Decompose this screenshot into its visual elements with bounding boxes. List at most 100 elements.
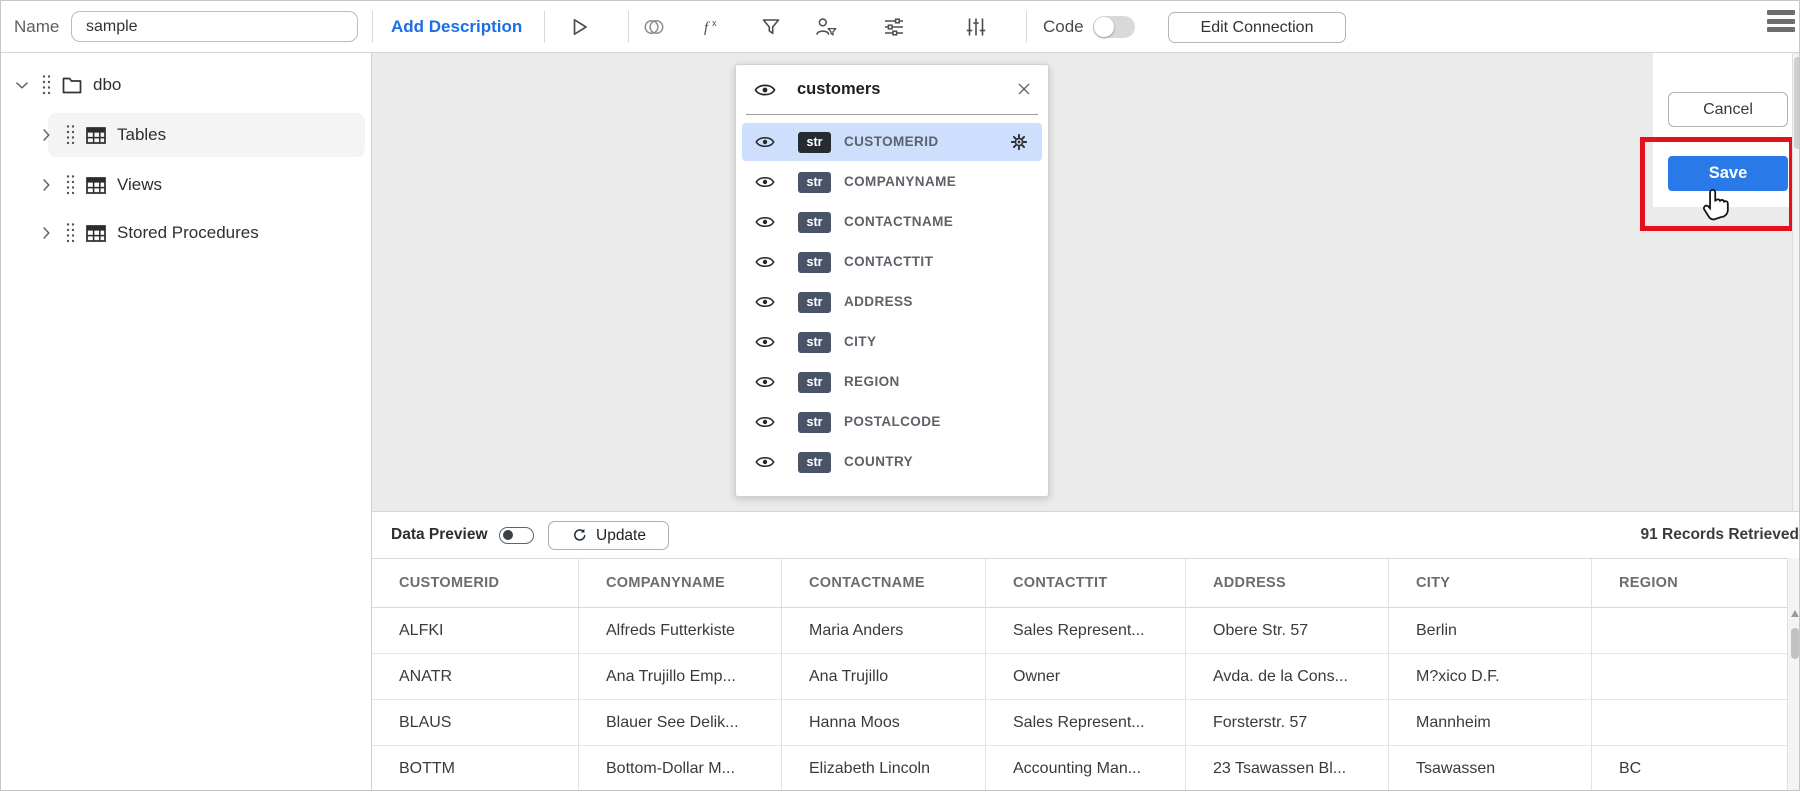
table-cell: ALFKI	[372, 608, 579, 653]
column-header: REGION	[1592, 559, 1787, 607]
eye-icon[interactable]	[754, 331, 776, 353]
scrollbar-thumb[interactable]	[1791, 628, 1799, 659]
eye-icon[interactable]	[754, 411, 776, 433]
table-cell: Tsawassen	[1389, 746, 1592, 791]
eye-icon[interactable]	[754, 131, 776, 153]
design-canvas	[372, 53, 1800, 511]
table-cell	[1592, 608, 1787, 653]
field-row-region[interactable]: str REGION	[742, 363, 1042, 401]
scroll-up-icon[interactable]	[1791, 610, 1799, 617]
field-row-companyname[interactable]: str COMPANYNAME	[742, 163, 1042, 201]
table-cell: Sales Represent...	[986, 700, 1186, 745]
field-row-contacttit[interactable]: str CONTACTTIT	[742, 243, 1042, 281]
sidebar-item-tables[interactable]: Tables	[1, 113, 371, 157]
chevron-right-icon[interactable]	[35, 222, 57, 244]
column-header: CUSTOMERID	[372, 559, 579, 607]
field-row-country[interactable]: str COUNTRY	[742, 443, 1042, 481]
function-icon[interactable]: fx	[701, 15, 725, 39]
gear-icon[interactable]	[1008, 131, 1030, 153]
table-scrollbar[interactable]	[1787, 558, 1800, 791]
table-card-header: customers	[736, 65, 1048, 114]
table-cell: Mannheim	[1389, 700, 1592, 745]
table-cell: Sales Represent...	[986, 608, 1186, 653]
field-name: REGION	[844, 363, 900, 401]
toolbar: Name Add Description fx	[1, 1, 1800, 53]
eye-icon[interactable]	[754, 451, 776, 473]
column-header: CONTACTTIT	[986, 559, 1186, 607]
folder-icon	[60, 73, 84, 97]
chevron-right-icon[interactable]	[35, 124, 57, 146]
svg-text:x: x	[712, 18, 717, 28]
type-badge: str	[798, 212, 831, 233]
data-preview-label: Data Preview	[391, 512, 488, 558]
divider	[628, 11, 629, 43]
table-card-customers: customers str CUSTOMERID str COMPANYNAME…	[735, 64, 1049, 497]
cancel-button[interactable]: Cancel	[1668, 92, 1788, 127]
sidebar-item-stored-procedures[interactable]: Stored Procedures	[1, 211, 371, 255]
table-row: BOTTM Bottom-Dollar M... Elizabeth Linco…	[372, 746, 1787, 791]
field-name: POSTALCODE	[844, 403, 941, 441]
field-name: CUSTOMERID	[844, 123, 939, 161]
table-cell: Ana Trujillo Emp...	[579, 654, 782, 699]
table-icon	[84, 173, 108, 197]
table-cell: Obere Str. 57	[1186, 608, 1389, 653]
edit-connection-button[interactable]: Edit Connection	[1168, 12, 1346, 43]
table-cell: Avda. de la Cons...	[1186, 654, 1389, 699]
field-row-city[interactable]: str CITY	[742, 323, 1042, 361]
field-row-address[interactable]: str ADDRESS	[742, 283, 1042, 321]
add-description-link[interactable]: Add Description	[391, 1, 522, 53]
save-button[interactable]: Save	[1668, 156, 1788, 191]
eye-icon[interactable]	[754, 171, 776, 193]
type-badge: str	[798, 372, 831, 393]
data-preview-toggle[interactable]	[499, 527, 534, 544]
code-toggle[interactable]	[1093, 16, 1135, 38]
field-row-postalcode[interactable]: str POSTALCODE	[742, 403, 1042, 441]
drag-handle-icon[interactable]	[41, 74, 52, 96]
menu-icon[interactable]	[1767, 10, 1795, 36]
tree-label: Tables	[117, 125, 166, 145]
drag-handle-icon[interactable]	[65, 124, 76, 146]
eye-icon[interactable]	[754, 251, 776, 273]
eye-icon[interactable]	[754, 211, 776, 233]
table-row: BLAUS Blauer See Delik... Hanna Moos Sal…	[372, 700, 1787, 746]
table-cell: Ana Trujillo	[782, 654, 986, 699]
eye-icon[interactable]	[754, 291, 776, 313]
name-label: Name	[14, 1, 59, 53]
table-cell: 23 Tsawassen Bl...	[1186, 746, 1389, 791]
close-icon[interactable]	[1014, 79, 1034, 99]
table-row: ALFKI Alfreds Futterkiste Maria Anders S…	[372, 608, 1787, 654]
eye-icon[interactable]	[754, 371, 776, 393]
table-cell: BLAUS	[372, 700, 579, 745]
run-icon[interactable]	[567, 15, 591, 39]
table-cell: ANATR	[372, 654, 579, 699]
name-input[interactable]	[72, 12, 357, 41]
type-badge: str	[798, 132, 831, 153]
type-badge: str	[798, 292, 831, 313]
eye-icon[interactable]	[753, 78, 777, 102]
chevron-down-icon[interactable]	[11, 74, 33, 96]
settings-sliders-icon[interactable]	[882, 15, 906, 39]
table-cell: M?xico D.F.	[1389, 654, 1592, 699]
divider	[1026, 11, 1027, 43]
sidebar-item-views[interactable]: Views	[1, 163, 371, 207]
field-name: COMPANYNAME	[844, 163, 956, 201]
update-button[interactable]: Update	[548, 521, 669, 550]
scrollbar-thumb[interactable]	[1794, 57, 1800, 149]
table-icon	[84, 221, 108, 245]
filter-icon[interactable]	[759, 15, 783, 39]
sidebar-item-dbo[interactable]: dbo	[1, 65, 371, 105]
join-icon[interactable]	[642, 15, 666, 39]
preview-table: CUSTOMERID COMPANYNAME CONTACTNAME CONTA…	[372, 558, 1787, 791]
column-settings-icon[interactable]	[964, 15, 988, 39]
field-row-customerid[interactable]: str CUSTOMERID	[742, 123, 1042, 161]
drag-handle-icon[interactable]	[65, 174, 76, 196]
drag-handle-icon[interactable]	[65, 222, 76, 244]
field-row-contactname[interactable]: str CONTACTNAME	[742, 203, 1042, 241]
table-cell: BOTTM	[372, 746, 579, 791]
tree-label: dbo	[93, 75, 121, 95]
canvas-scrollbar[interactable]	[1792, 54, 1800, 511]
chevron-right-icon[interactable]	[35, 174, 57, 196]
table-icon	[84, 123, 108, 147]
user-filter-icon[interactable]	[814, 15, 838, 39]
table-cell: Hanna Moos	[782, 700, 986, 745]
